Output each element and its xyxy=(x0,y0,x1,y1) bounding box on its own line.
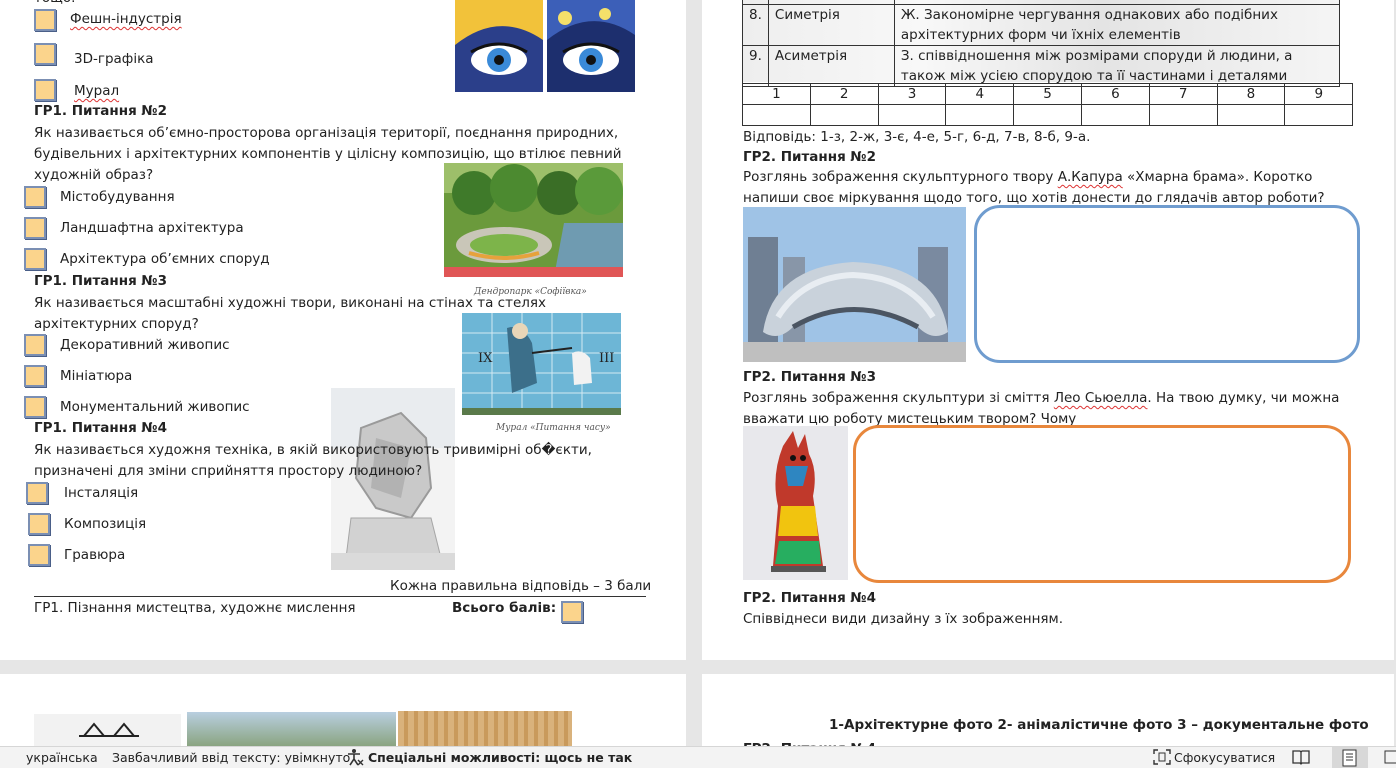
row-number: 8. xyxy=(742,4,769,46)
table-row: 8. Симетрія Ж. Закономірне чергування од… xyxy=(742,4,1341,46)
mural-image: IX III xyxy=(462,313,621,415)
print-layout-icon[interactable] xyxy=(1332,747,1368,768)
right-page-next: 1-Архітектурне фото 2- анімалістичне фот… xyxy=(702,674,1394,754)
checkbox-mural[interactable] xyxy=(34,79,56,101)
grid-num: 3 xyxy=(877,83,947,105)
focus-icon[interactable] xyxy=(1153,749,1171,768)
park-image xyxy=(444,163,623,277)
read-mode-icon[interactable] xyxy=(1292,749,1310,768)
grid-cell[interactable] xyxy=(1216,104,1286,126)
gr2-q3-text: Розглянь зображення скульптури зі сміття… xyxy=(743,390,1340,427)
gr2-q4-title: ГР2. Питання №4 xyxy=(743,590,877,606)
checkbox-installation[interactable] xyxy=(26,482,48,504)
q2-title: ГР1. Питання №2 xyxy=(34,103,168,119)
points-note: Кожна правильна відповідь – 3 бали xyxy=(390,578,652,594)
grid-num: 7 xyxy=(1148,83,1218,105)
checkbox-volumetric-architecture[interactable] xyxy=(24,248,46,270)
right-page: 8. Симетрія Ж. Закономірне чергування од… xyxy=(702,0,1394,660)
checkbox-landscape-architecture[interactable] xyxy=(24,217,46,239)
option-monumental-painting: Монументальний живопис xyxy=(60,399,250,415)
option-fashion: Фешн-індустрія xyxy=(70,11,182,27)
gr2-q2-text: Розглянь зображення скульптурного твору … xyxy=(743,169,1325,206)
table-row: 9. Асиметрія З. співвідношення між розмі… xyxy=(742,45,1341,87)
grid-cell[interactable] xyxy=(877,104,947,126)
answers-line: Відповідь: 1-з, 2-ж, 3-є, 4-е, 5-г, 6-д,… xyxy=(743,129,1091,145)
predictive-text-status[interactable]: Завбачливий ввід тексту: увімкнуто xyxy=(112,750,350,765)
row-definition: Ж. Закономірне чергування однакових або … xyxy=(893,4,1341,46)
option-composition: Композиція xyxy=(64,516,147,532)
web-layout-icon[interactable] xyxy=(1384,749,1396,768)
answer-box-q2[interactable] xyxy=(974,205,1360,363)
option-engraving: Гравюра xyxy=(64,547,126,563)
answer-grid-header: 1 2 3 4 5 6 7 8 9 xyxy=(742,83,1354,105)
option-installation: Інсталяція xyxy=(64,485,139,501)
checkbox-monumental-painting[interactable] xyxy=(24,396,46,418)
cloud-gate-image xyxy=(743,207,966,362)
q4-title: ГР1. Питання №4 xyxy=(34,420,168,436)
checkbox-engraving[interactable] xyxy=(28,544,50,566)
gr2-q4-text: Співвіднеси види дизайну з їх зображення… xyxy=(743,611,1064,627)
q4-text: Як називається художня техніка, в якій в… xyxy=(34,442,592,479)
grid-num: 9 xyxy=(1284,83,1354,105)
footer-divider xyxy=(34,596,646,597)
eye-makeup-image xyxy=(455,0,635,92)
option-urban-planning: Містобудування xyxy=(60,189,175,205)
photo-types-line: 1-Архітектурне фото 2- анімалістичне фот… xyxy=(829,717,1369,733)
grid-cell[interactable] xyxy=(809,104,879,126)
left-page-next xyxy=(0,674,686,754)
grid-cell[interactable] xyxy=(1148,104,1218,126)
gr2-q3-title: ГР2. Питання №3 xyxy=(743,369,877,385)
grid-cell[interactable] xyxy=(1284,104,1354,126)
q3-title: ГР1. Питання №3 xyxy=(34,273,168,289)
footer-section-label: ГР1. Пізнання мистецтва, художнє мисленн… xyxy=(34,600,356,616)
checkbox-decorative-painting[interactable] xyxy=(24,334,46,356)
total-score-box[interactable] xyxy=(561,601,583,623)
mural-roman-left: IX xyxy=(478,351,493,366)
checkbox-urban-planning[interactable] xyxy=(24,186,46,208)
option-mural: Мурал xyxy=(74,83,120,99)
checkbox-fashion[interactable] xyxy=(34,9,56,31)
row-number: 9. xyxy=(742,45,769,87)
focus-mode-button[interactable]: Сфокусуватися xyxy=(1174,750,1275,765)
answer-box-q3[interactable] xyxy=(853,425,1351,583)
accessibility-icon[interactable] xyxy=(346,748,364,768)
grid-num: 5 xyxy=(1013,83,1082,105)
grid-num: 1 xyxy=(742,83,811,105)
option-landscape-architecture: Ландшафтна архітектура xyxy=(60,220,244,236)
option-3d: 3D-графіка xyxy=(74,51,154,67)
accessibility-status[interactable]: Спеціальні можливості: щось не так xyxy=(368,750,632,765)
mural-roman-right: III xyxy=(599,351,615,366)
grid-cell[interactable] xyxy=(945,104,1015,126)
gr2-q2-title: ГР2. Питання №2 xyxy=(743,149,877,165)
grid-cell[interactable] xyxy=(1013,104,1082,126)
checkbox-composition[interactable] xyxy=(28,513,50,535)
grid-cell[interactable] xyxy=(1080,104,1150,126)
top-fragment: тощо. xyxy=(34,0,75,8)
grid-num: 4 xyxy=(945,83,1015,105)
row-term: Асиметрія xyxy=(767,45,895,87)
language-indicator[interactable]: українська xyxy=(26,750,98,765)
footer-total-label: Всього балів: xyxy=(452,600,557,616)
grid-num: 6 xyxy=(1080,83,1150,105)
terms-table: 8. Симетрія Ж. Закономірне чергування од… xyxy=(742,0,1341,87)
answer-grid-input-row xyxy=(742,104,1354,126)
row-term: Симетрія xyxy=(767,4,895,46)
answer-grid: 1 2 3 4 5 6 7 8 9 xyxy=(742,83,1354,126)
option-miniature: Мініатюра xyxy=(60,368,133,384)
status-bar: українська Завбачливий ввід тексту: увім… xyxy=(0,746,1396,768)
checkbox-3d[interactable] xyxy=(34,43,56,65)
mural-caption: Мурал «Питання часу» xyxy=(496,423,611,433)
grid-num: 8 xyxy=(1216,83,1286,105)
option-volumetric-architecture: Архітектура об’ємних споруд xyxy=(60,251,270,267)
trash-sculpture-image xyxy=(743,426,848,580)
checkbox-miniature[interactable] xyxy=(24,365,46,387)
option-decorative-painting: Декоративний живопис xyxy=(60,337,230,353)
row-definition: З. співвідношення між розмірами споруди … xyxy=(893,45,1341,87)
grid-num: 2 xyxy=(809,83,879,105)
grid-cell[interactable] xyxy=(742,104,811,126)
left-page: тощо. Фешн-індустрія 3D-графіка Мурал ГР… xyxy=(0,0,686,660)
